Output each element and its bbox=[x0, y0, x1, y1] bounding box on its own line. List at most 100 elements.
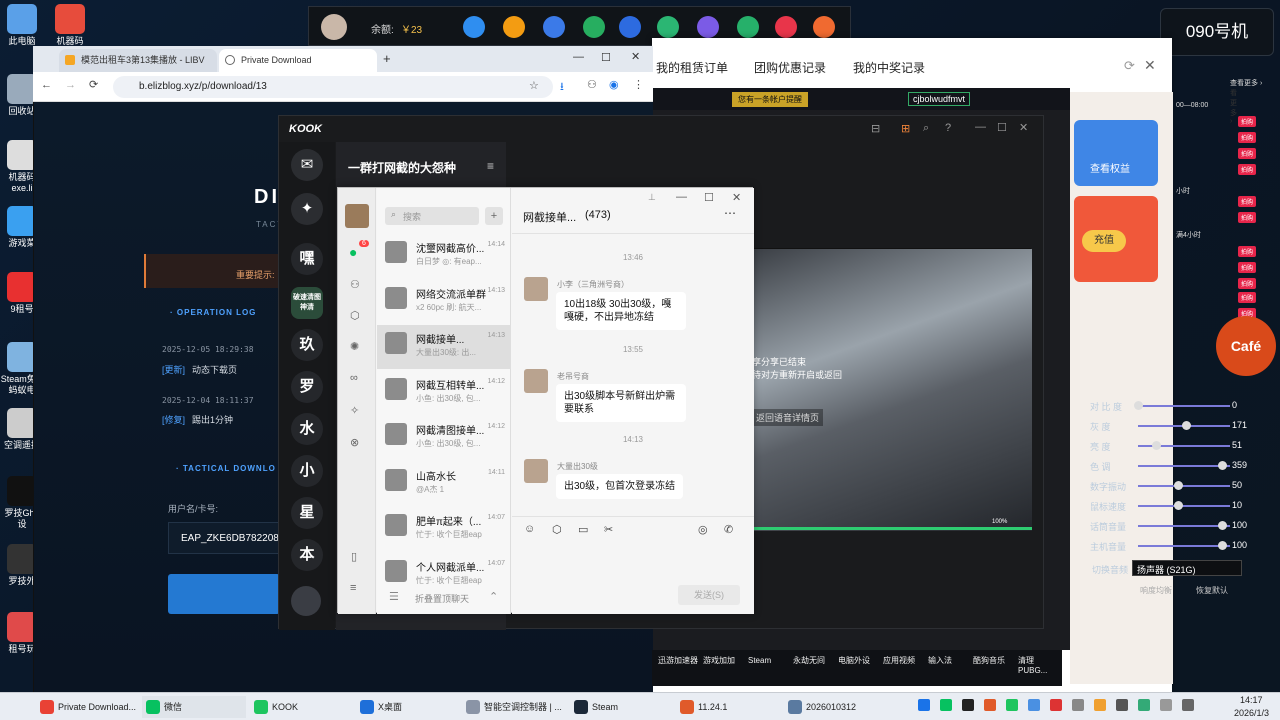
ticket-icon[interactable] bbox=[813, 16, 835, 38]
phone-icon[interactable] bbox=[619, 16, 641, 38]
chevron-up-icon[interactable]: ⌃ bbox=[489, 590, 498, 603]
favorites-icon[interactable]: ⬡ bbox=[350, 309, 360, 322]
buy-button[interactable]: 拍购 bbox=[1238, 292, 1257, 303]
tray-icon[interactable] bbox=[962, 699, 974, 711]
nav-rental-orders[interactable]: 我的租赁订单 bbox=[656, 59, 728, 76]
gamepad-icon[interactable] bbox=[737, 16, 759, 38]
buy-button[interactable]: 拍购 bbox=[1238, 246, 1257, 257]
menu-icon[interactable]: ⋮ bbox=[633, 78, 644, 91]
close-icon[interactable]: ✕ bbox=[1144, 57, 1156, 74]
rights-card[interactable] bbox=[1074, 120, 1158, 186]
download-icon[interactable]: ⭳ bbox=[560, 78, 564, 97]
tool-shortcut[interactable]: 输入法 bbox=[928, 656, 970, 666]
tool-shortcut[interactable]: 清理PUBG... bbox=[1018, 656, 1060, 676]
discover-icon[interactable]: ✦ bbox=[291, 193, 323, 225]
back-to-voice-button[interactable]: 返回语音详情页 bbox=[752, 409, 824, 426]
tray-icon[interactable] bbox=[1050, 699, 1062, 711]
tray-icon[interactable] bbox=[1094, 699, 1106, 711]
tab-video[interactable]: 模范出租车3第13集播放 - LIBV bbox=[59, 49, 217, 72]
tray-icon[interactable] bbox=[1116, 699, 1128, 711]
buy-button[interactable]: 拍购 bbox=[1238, 278, 1257, 289]
slider-track[interactable] bbox=[1138, 465, 1230, 467]
inbox-icon[interactable]: ⊟ bbox=[871, 122, 880, 135]
tray-icon[interactable] bbox=[1182, 699, 1194, 711]
maximize-button[interactable]: ☐ bbox=[601, 51, 611, 64]
shop-icon[interactable]: ⊞ bbox=[901, 122, 910, 135]
search-input[interactable]: ⌕ 搜索 bbox=[385, 207, 479, 225]
bag-icon[interactable] bbox=[583, 16, 605, 38]
tool-shortcut[interactable]: 电脑外设 bbox=[838, 656, 880, 666]
help-icon[interactable]: ? bbox=[945, 122, 951, 134]
menu-icon[interactable]: ≡ bbox=[487, 159, 494, 173]
close-button[interactable]: ✕ bbox=[732, 191, 741, 204]
slider-track[interactable] bbox=[1138, 505, 1230, 507]
server-icon[interactable]: 小 bbox=[291, 455, 323, 487]
call-icon[interactable]: ✆ bbox=[724, 523, 733, 536]
self-avatar[interactable] bbox=[291, 586, 321, 616]
swap-icon[interactable] bbox=[543, 16, 565, 38]
buy-button[interactable]: 拍购 bbox=[1238, 164, 1257, 175]
desktop-icon[interactable]: 此电脑 bbox=[0, 4, 44, 47]
miniprogram-icon[interactable]: ⊗ bbox=[350, 436, 359, 449]
phone-icon[interactable]: ▯ bbox=[351, 550, 357, 563]
menu-icon[interactable]: ≡ bbox=[350, 582, 356, 594]
gift-icon[interactable] bbox=[503, 16, 525, 38]
minimize-button[interactable]: — bbox=[676, 191, 687, 203]
taskbar-app[interactable]: Steam bbox=[570, 696, 674, 718]
download-button[interactable] bbox=[168, 574, 280, 614]
user-avatar[interactable] bbox=[321, 14, 347, 40]
sender-avatar[interactable] bbox=[524, 369, 548, 393]
taskbar-app[interactable]: X桌面 bbox=[356, 696, 460, 718]
search-icon[interactable]: ⌕ bbox=[923, 122, 929, 135]
chat-icon[interactable]: ● bbox=[349, 244, 357, 260]
taskbar-app[interactable]: 微信 bbox=[142, 696, 246, 718]
buy-button[interactable]: 拍购 bbox=[1238, 116, 1257, 127]
emoji-icon[interactable]: ☺ bbox=[524, 523, 535, 535]
chat-list-item[interactable]: 网截接单... 14:13 大量出30级: 出... bbox=[377, 325, 511, 369]
taskbar-app[interactable]: Private Download... bbox=[36, 696, 140, 718]
camera-icon[interactable] bbox=[463, 16, 485, 38]
audio-device-select[interactable]: 扬声器 (S21G) bbox=[1132, 560, 1242, 576]
username-field[interactable]: EAP_ZKE6DB782208 bbox=[168, 522, 280, 554]
taskbar-app[interactable]: 2026010312 bbox=[784, 696, 888, 718]
reload-icon[interactable]: ⟳ bbox=[89, 78, 98, 91]
slider-handle[interactable] bbox=[1217, 521, 1227, 530]
wechat-avatar[interactable] bbox=[345, 204, 369, 228]
slider-handle[interactable] bbox=[1173, 481, 1183, 490]
rights-link[interactable]: 查看权益 bbox=[1090, 160, 1130, 175]
desktop-icon[interactable]: 机器码 bbox=[48, 4, 92, 47]
star-icon[interactable]: ☆ bbox=[529, 79, 539, 92]
video-channel-icon[interactable]: ∞ bbox=[350, 372, 358, 384]
favorites-icon[interactable]: ⬡ bbox=[552, 523, 562, 536]
tray-icon[interactable] bbox=[1072, 699, 1084, 711]
taskbar-app[interactable]: KOOK bbox=[250, 696, 354, 718]
maximize-button[interactable]: ☐ bbox=[704, 191, 714, 204]
user-dropdown[interactable]: cjbolwudfmvt bbox=[908, 92, 971, 106]
nav-group-records[interactable]: 团购优惠记录 bbox=[754, 59, 826, 76]
buy-button[interactable]: 拍购 bbox=[1238, 262, 1257, 273]
contacts-icon[interactable]: ⚇ bbox=[350, 278, 360, 291]
more-icon[interactable]: ⋯ bbox=[724, 206, 736, 220]
tray-icon[interactable] bbox=[1138, 699, 1150, 711]
profile-icon[interactable]: ◉ bbox=[609, 78, 619, 91]
tool-shortcut[interactable]: 酷狗音乐 bbox=[973, 656, 1015, 666]
tool-shortcut[interactable]: Steam bbox=[748, 656, 790, 666]
slider-track[interactable] bbox=[1138, 545, 1230, 547]
new-tab-button[interactable]: + bbox=[383, 51, 391, 66]
maximize-button[interactable]: ☐ bbox=[997, 121, 1007, 134]
send-button[interactable]: 发送(S) bbox=[678, 585, 740, 605]
slider-track[interactable] bbox=[1138, 485, 1230, 487]
tab-private-download[interactable]: Private Download bbox=[219, 49, 377, 72]
server-icon[interactable]: 玖 bbox=[291, 329, 323, 361]
back-icon[interactable]: ← bbox=[41, 79, 52, 91]
tray-icon[interactable] bbox=[940, 699, 952, 711]
slider-handle[interactable] bbox=[1134, 401, 1143, 410]
slider-track[interactable] bbox=[1138, 405, 1230, 407]
taskbar-app[interactable]: 11.24.1 bbox=[676, 696, 780, 718]
recharge-button[interactable]: 充值 bbox=[1082, 230, 1126, 252]
scissors-icon[interactable]: ✂ bbox=[604, 523, 613, 536]
chat-icon[interactable] bbox=[657, 16, 679, 38]
forward-icon[interactable]: → bbox=[65, 79, 76, 91]
chat-list-item[interactable]: 网络交流派单群 14:13 x2 60pc 刷: 航天... bbox=[377, 280, 511, 324]
tool-shortcut[interactable]: 应用视频 bbox=[883, 656, 925, 666]
